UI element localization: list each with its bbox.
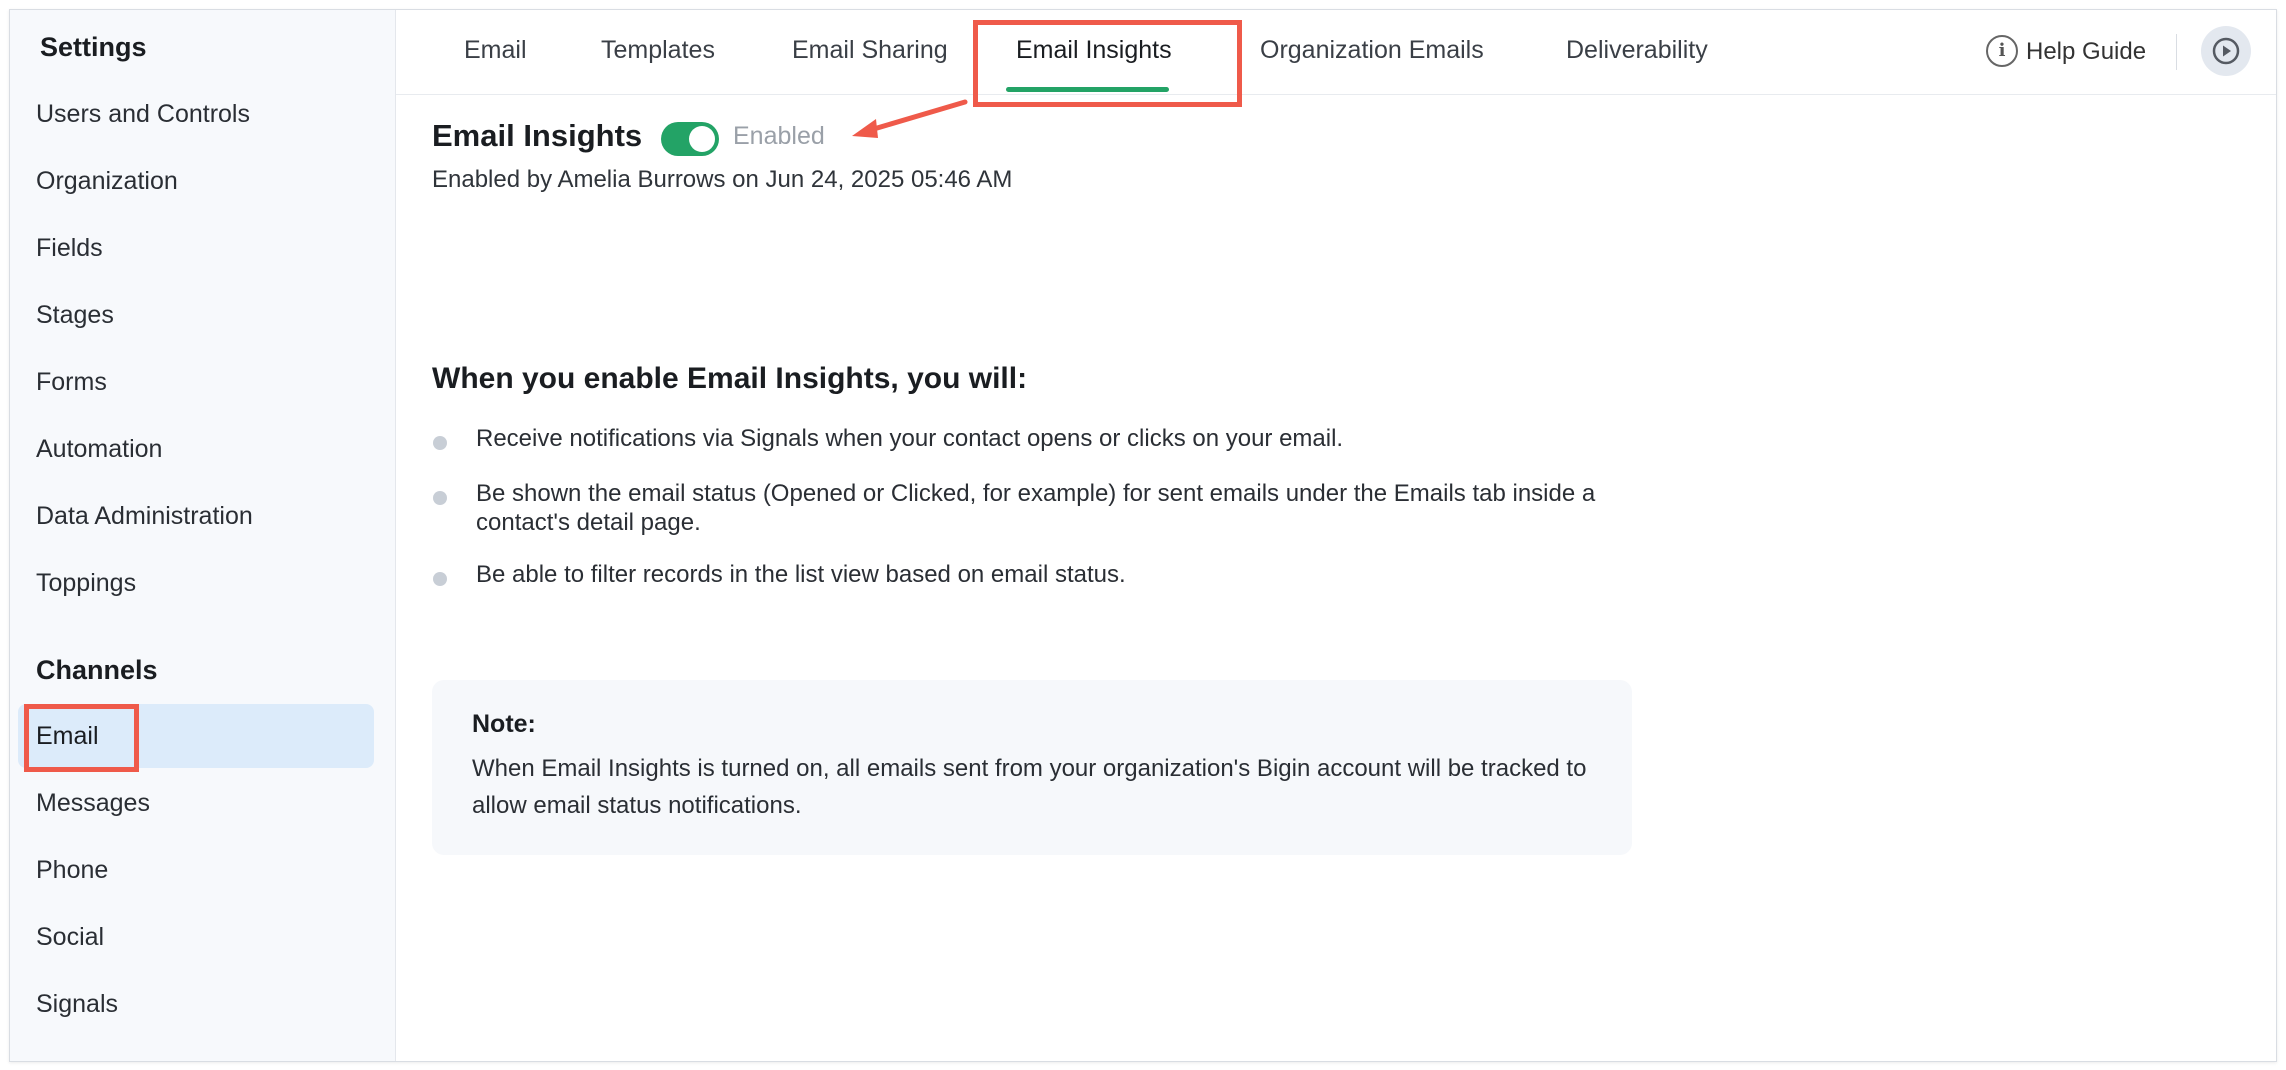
header-divider bbox=[2176, 34, 2177, 70]
tab-email[interactable]: Email bbox=[464, 10, 527, 94]
active-tab-indicator bbox=[1006, 87, 1169, 92]
sidebar-item-signals[interactable]: Signals bbox=[18, 972, 374, 1036]
app-window: Settings Users and Controls Organization… bbox=[9, 9, 2277, 1062]
play-circle-icon[interactable] bbox=[2201, 26, 2251, 76]
bullet-dot bbox=[433, 436, 447, 450]
sidebar-item-social[interactable]: Social bbox=[18, 905, 374, 969]
sidebar-item-data-administration[interactable]: Data Administration bbox=[18, 484, 374, 548]
sidebar-item-messages[interactable]: Messages bbox=[18, 771, 374, 835]
sidebar-item-toppings[interactable]: Toppings bbox=[18, 551, 374, 615]
info-icon: i bbox=[1986, 34, 2018, 67]
sidebar-item-email[interactable]: Email bbox=[18, 704, 374, 768]
email-insights-toggle[interactable] bbox=[661, 122, 719, 156]
page-title: Email Insights bbox=[432, 118, 643, 153]
benefits-heading: When you enable Email Insights, you will… bbox=[432, 362, 1028, 395]
sidebar-item-organization[interactable]: Organization bbox=[18, 149, 374, 213]
tab-organization-emails[interactable]: Organization Emails bbox=[1260, 10, 1484, 94]
bullet-dot bbox=[433, 572, 447, 586]
help-guide-link[interactable]: i Help Guide bbox=[1986, 10, 2146, 94]
note-title: Note: bbox=[472, 710, 536, 738]
tab-email-sharing[interactable]: Email Sharing bbox=[792, 10, 948, 94]
benefit-item: Receive notifications via Signals when y… bbox=[476, 425, 1344, 452]
settings-heading: Settings bbox=[40, 32, 147, 62]
sidebar-item-forms[interactable]: Forms bbox=[18, 350, 374, 414]
benefit-item: Be able to filter records in the list vi… bbox=[476, 561, 1126, 588]
tab-templates[interactable]: Templates bbox=[601, 10, 715, 94]
email-settings-tabs: Email Templates Email Sharing Email Insi… bbox=[396, 10, 2276, 95]
channels-heading: Channels bbox=[36, 655, 158, 685]
sidebar-item-users-and-controls[interactable]: Users and Controls bbox=[18, 82, 374, 146]
sidebar-item-automation[interactable]: Automation bbox=[18, 417, 374, 481]
benefit-item: Be shown the email status (Opened or Cli… bbox=[476, 480, 1596, 536]
tab-email-insights[interactable]: Email Insights bbox=[1016, 10, 1172, 94]
enabled-by-text: Enabled by Amelia Burrows on Jun 24, 202… bbox=[432, 166, 1013, 193]
toggle-status-label: Enabled bbox=[733, 122, 825, 150]
sidebar-item-stages[interactable]: Stages bbox=[18, 283, 374, 347]
settings-sidebar: Settings Users and Controls Organization… bbox=[10, 10, 396, 1061]
sidebar-item-phone[interactable]: Phone bbox=[18, 838, 374, 902]
bullet-dot bbox=[433, 491, 447, 505]
tab-deliverability[interactable]: Deliverability bbox=[1566, 10, 1708, 94]
sidebar-item-fields[interactable]: Fields bbox=[18, 216, 374, 280]
note-text: When Email Insights is turned on, all em… bbox=[472, 755, 1587, 819]
note-box: Note: When Email Insights is turned on, … bbox=[432, 680, 1632, 855]
help-guide-label: Help Guide bbox=[2026, 38, 2147, 65]
